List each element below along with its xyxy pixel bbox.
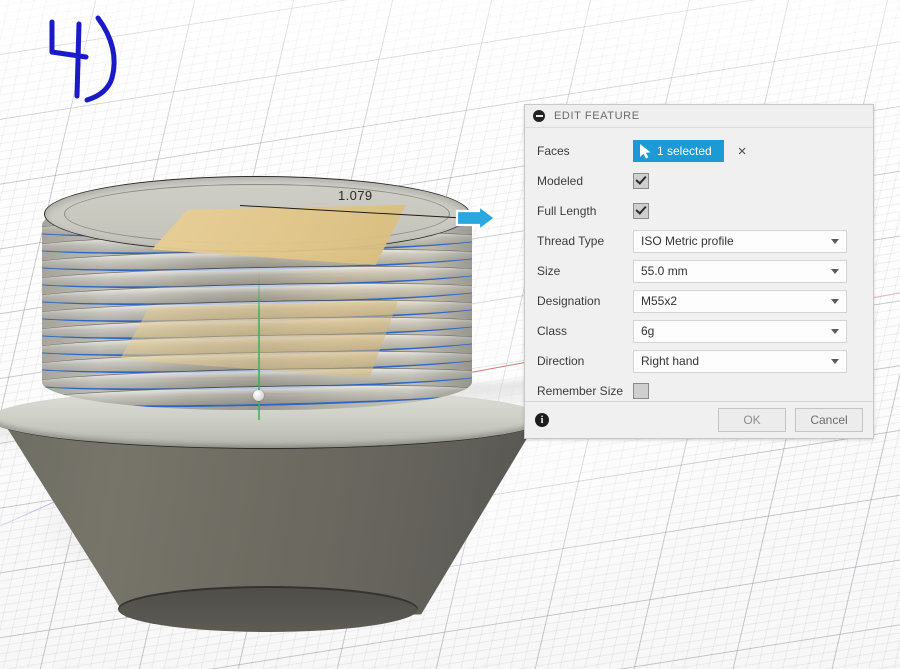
chevron-down-icon [831, 239, 839, 244]
row-size: Size 55.0 mm [525, 256, 873, 286]
row-direction: Direction Right hand [525, 346, 873, 376]
direction-value: Right hand [641, 354, 700, 368]
class-dropdown[interactable]: 6g [633, 319, 847, 343]
row-faces: Faces 1 selected × [525, 136, 873, 166]
designation-dropdown[interactable]: M55x2 [633, 289, 847, 313]
label-full-length: Full Length [537, 204, 597, 218]
chevron-down-icon [831, 329, 839, 334]
edit-feature-panel[interactable]: EDIT FEATURE Faces 1 selected × Modeled … [524, 104, 874, 439]
label-designation: Designation [537, 294, 601, 308]
dimension-value-label[interactable]: 1.079 [338, 188, 373, 203]
row-designation: Designation M55x2 [525, 286, 873, 316]
faces-selection-label: 1 selected [657, 144, 712, 158]
remember-size-checkbox[interactable] [633, 383, 649, 399]
size-value: 55.0 mm [641, 264, 688, 278]
info-icon[interactable]: i [535, 413, 549, 427]
screenshot-root: 1.079 EDIT FEATURE Faces 1 selected × Mo… [0, 0, 900, 669]
cancel-button[interactable]: Cancel [795, 408, 863, 432]
ok-button[interactable]: OK [718, 408, 786, 432]
panel-footer: i OK Cancel [525, 401, 873, 438]
faces-selection-button[interactable]: 1 selected [633, 140, 724, 162]
cursor-arrow-icon [640, 143, 651, 159]
panel-title: EDIT FEATURE [554, 110, 640, 122]
panel-body: Faces 1 selected × Modeled Full Length T… [525, 128, 873, 406]
row-class: Class 6g [525, 316, 873, 346]
designation-value: M55x2 [641, 294, 678, 308]
class-value: 6g [641, 324, 655, 338]
panel-header[interactable]: EDIT FEATURE [525, 105, 873, 128]
chevron-down-icon [831, 359, 839, 364]
label-remember-size: Remember Size [537, 384, 624, 398]
drag-arrow-handle[interactable] [455, 205, 497, 231]
chevron-down-icon [831, 269, 839, 274]
label-modeled: Modeled [537, 174, 584, 188]
clear-selection-icon[interactable]: × [738, 144, 747, 159]
thread-type-dropdown[interactable]: ISO Metric profile [633, 229, 847, 253]
row-full-length: Full Length [525, 196, 873, 226]
modeled-checkbox[interactable] [633, 173, 649, 189]
label-class: Class [537, 324, 568, 338]
full-length-checkbox[interactable] [633, 203, 649, 219]
size-dropdown[interactable]: 55.0 mm [633, 259, 847, 283]
minus-circle-icon[interactable] [533, 110, 545, 122]
cone-bottom-ellipse [118, 586, 418, 632]
label-size: Size [537, 264, 561, 278]
thread-type-value: ISO Metric profile [641, 234, 734, 248]
label-thread-type: Thread Type [537, 234, 605, 248]
origin-point[interactable] [253, 390, 264, 401]
label-faces: Faces [537, 144, 570, 158]
row-thread-type: Thread Type ISO Metric profile [525, 226, 873, 256]
row-modeled: Modeled [525, 166, 873, 196]
chevron-down-icon [831, 299, 839, 304]
direction-dropdown[interactable]: Right hand [633, 349, 847, 373]
label-direction: Direction [537, 354, 585, 368]
